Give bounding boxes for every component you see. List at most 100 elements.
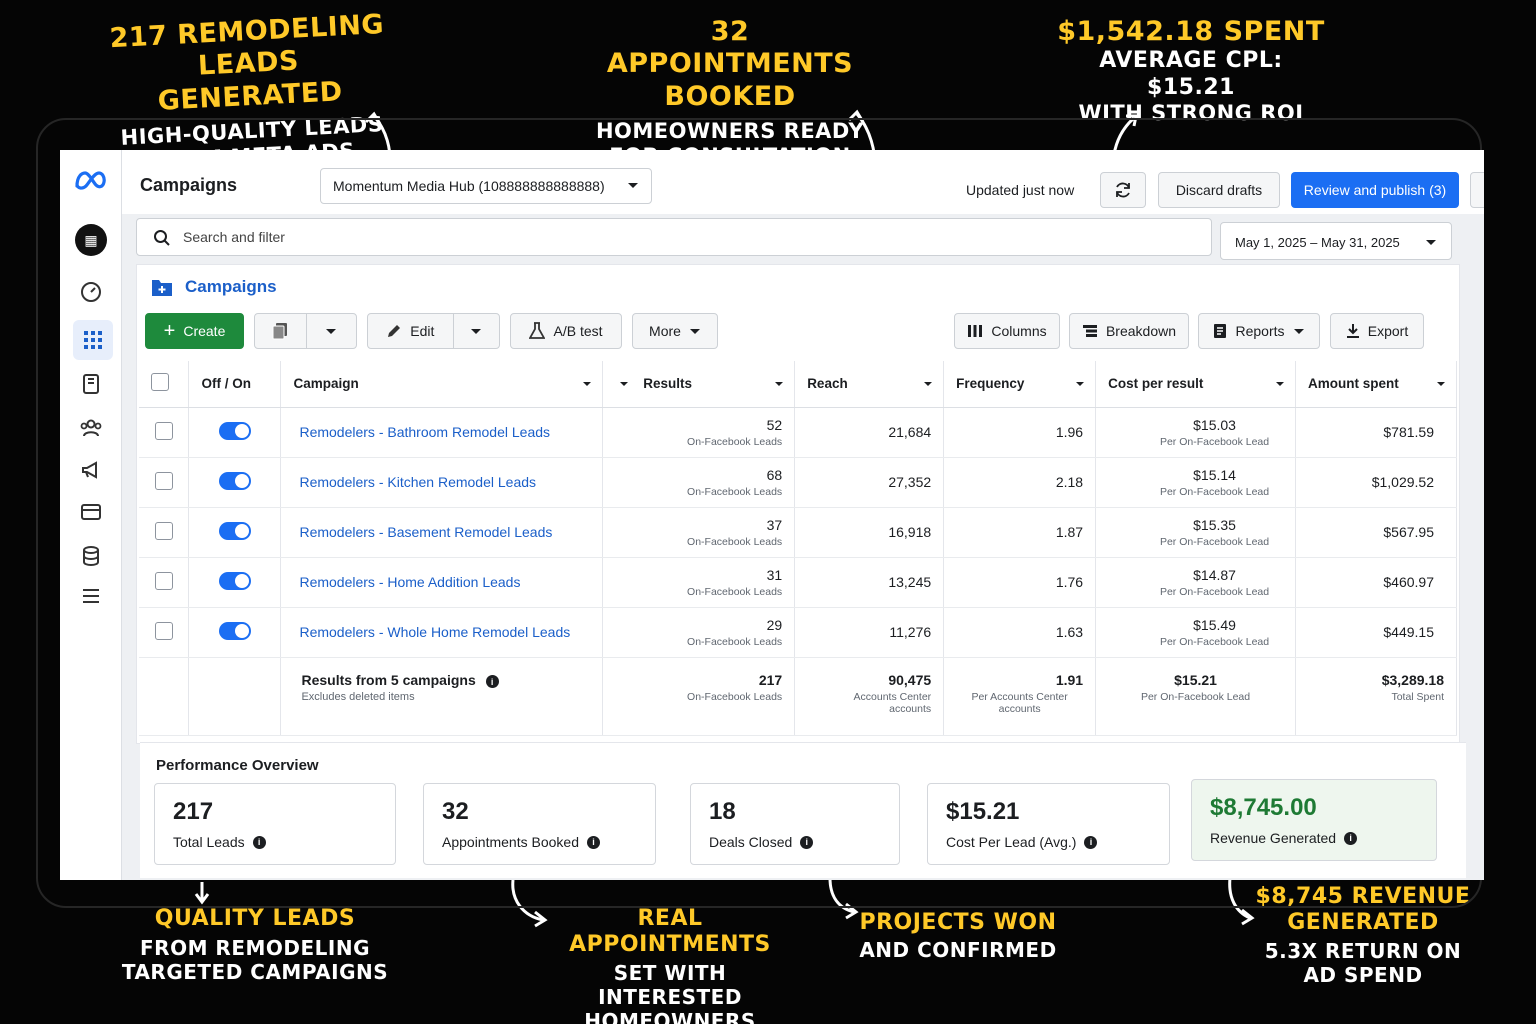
table-row[interactable]: Remodelers - Basement Remodel Leads 37 On-… xyxy=(139,507,1457,558)
row-checkbox[interactable] xyxy=(154,571,173,590)
campaign-toggle[interactable] xyxy=(218,571,251,590)
campaigns-grid-icon[interactable] xyxy=(73,320,113,360)
page-title: Campaigns xyxy=(140,175,238,195)
cpr-column-header[interactable]: Cost per result xyxy=(1095,361,1297,408)
refresh-button[interactable] xyxy=(1100,172,1146,208)
campaign-toggle[interactable] xyxy=(218,521,251,540)
info-icon[interactable]: i xyxy=(800,835,814,849)
coins-icon[interactable] xyxy=(77,542,105,570)
cpr-sub: Per On-Facebook Lead xyxy=(1159,485,1270,498)
account-avatar-icon[interactable]: ▦ xyxy=(75,224,107,256)
row-toggle-cell xyxy=(188,607,282,658)
frequency-cell: 1.96 xyxy=(943,407,1097,458)
download-icon xyxy=(1346,324,1359,338)
results-sub: On-Facebook Leads xyxy=(687,435,783,448)
search-input[interactable]: Search and filter xyxy=(136,218,1212,256)
campaign-name-cell: Remodelers - Whole Home Remodel Leads xyxy=(280,607,604,658)
megaphone-icon[interactable] xyxy=(77,456,105,484)
more-options-button[interactable]: ⋯ xyxy=(1470,172,1484,208)
reports-label: Reports xyxy=(1235,323,1285,339)
breakdown-button[interactable]: Breakdown xyxy=(1069,313,1189,349)
info-icon[interactable]: i xyxy=(586,835,600,849)
chevron-down-icon xyxy=(924,382,933,386)
table-header-row: Off / On Campaign Results Reach Frequenc… xyxy=(139,361,1457,408)
info-icon[interactable]: i xyxy=(1084,835,1098,849)
columns-button[interactable]: Columns xyxy=(954,313,1060,349)
discard-drafts-button[interactable]: Discard drafts xyxy=(1158,172,1280,208)
kpi-label: Cost Per Lead (Avg.) xyxy=(946,834,1077,850)
annotation-quality-leads: Quality Leads From Remodeling Targeted C… xyxy=(121,906,389,985)
campaign-column-header[interactable]: Campaign xyxy=(280,361,604,408)
cpr-cell: $15.35 Per On-Facebook Lead xyxy=(1095,507,1297,558)
create-button[interactable]: + Create xyxy=(145,313,244,349)
ab-test-button[interactable]: A/B test xyxy=(510,313,622,349)
chevron-down-icon[interactable] xyxy=(470,326,482,336)
audience-icon[interactable] xyxy=(77,414,105,442)
review-publish-button[interactable]: Review and publish (3) xyxy=(1291,172,1459,208)
totals-results: 217 xyxy=(758,671,783,688)
export-button[interactable]: Export xyxy=(1330,313,1424,349)
select-all-checkbox[interactable] xyxy=(151,373,169,392)
cpr-sub: Per On-Facebook Lead xyxy=(1159,535,1270,548)
account-selector[interactable]: Momentum Media Hub (108888888888888) xyxy=(320,168,652,204)
campaign-toggle[interactable] xyxy=(218,471,251,490)
results-value: 29 xyxy=(766,616,783,633)
campaign-name-link[interactable]: Remodelers - Basement Remodel Leads xyxy=(299,524,552,540)
campaign-name-link[interactable]: Remodelers - Whole Home Remodel Leads xyxy=(299,624,570,640)
amount-column-header[interactable]: Amount spent xyxy=(1295,361,1457,408)
results-value: 31 xyxy=(766,566,783,583)
frequency-header-label: Frequency xyxy=(956,376,1025,392)
cpr-sub: Per On-Facebook Lead xyxy=(1159,435,1270,448)
totals-empty-cell xyxy=(139,657,190,736)
pages-icon[interactable] xyxy=(77,370,105,398)
kpi-appointments: 32 Appointments Booked i xyxy=(423,783,656,865)
campaign-toggle[interactable] xyxy=(218,621,251,640)
menu-icon[interactable] xyxy=(77,582,105,610)
chevron-down-icon[interactable] xyxy=(325,326,337,336)
kpi-value: 32 xyxy=(442,798,469,825)
row-checkbox-cell xyxy=(139,407,190,458)
info-icon[interactable]: i xyxy=(1344,831,1358,845)
kpi-value: 217 xyxy=(173,798,214,825)
row-checkbox[interactable] xyxy=(154,621,173,640)
billing-card-icon[interactable] xyxy=(77,498,105,526)
campaign-name-cell: Remodelers - Bathroom Remodel Leads xyxy=(280,407,604,458)
campaign-toggle[interactable] xyxy=(218,421,251,440)
results-column-header[interactable]: Results xyxy=(602,361,796,408)
annotation-real-appointments: Real Appointments Set With Interested Ho… xyxy=(569,906,771,1024)
row-checkbox[interactable] xyxy=(154,521,173,540)
campaign-name-link[interactable]: Remodelers - Home Addition Leads xyxy=(299,574,520,590)
reach-cell: 16,918 xyxy=(794,507,945,558)
row-checkbox[interactable] xyxy=(154,421,173,440)
date-range-value: May 1, 2025 – May 31, 2025 xyxy=(1235,235,1400,250)
chevron-down-icon xyxy=(689,329,700,334)
table-row[interactable]: Remodelers - Whole Home Remodel Leads 29 O… xyxy=(139,607,1457,658)
row-checkbox[interactable] xyxy=(154,471,173,490)
date-range-picker[interactable]: May 1, 2025 – May 31, 2025 xyxy=(1220,222,1452,260)
info-icon[interactable]: i xyxy=(252,835,266,849)
cpr-value: $15.14 xyxy=(1193,466,1236,483)
left-rail: ▦ xyxy=(60,150,122,880)
pencil-icon xyxy=(388,325,401,337)
results-sub: On-Facebook Leads xyxy=(687,635,783,648)
totals-frequency: 1.91 xyxy=(1055,671,1084,688)
edit-button[interactable]: Edit xyxy=(367,313,500,349)
campaign-name-link[interactable]: Remodelers - Bathroom Remodel Leads xyxy=(299,424,550,440)
reports-button[interactable]: Reports xyxy=(1198,313,1320,349)
dashboard-icon[interactable] xyxy=(77,278,105,306)
reports-icon xyxy=(1214,324,1227,338)
table-row[interactable]: Remodelers - Kitchen Remodel Leads 68 On-F… xyxy=(139,457,1457,508)
reach-column-header[interactable]: Reach xyxy=(794,361,945,408)
select-all-header xyxy=(139,361,190,408)
more-button[interactable]: More xyxy=(632,313,718,349)
info-icon[interactable]: i xyxy=(485,675,499,688)
table-row[interactable]: Remodelers - Bathroom Remodel Leads 52 On-… xyxy=(139,407,1457,458)
annotation-spend: $1,542.18 Spent Average CPL: $15.21 With… xyxy=(1057,16,1325,126)
breakdown-icon xyxy=(1082,325,1097,337)
totals-reach-cell: 90,475 Accounts Center accounts xyxy=(794,657,945,736)
table-row[interactable]: Remodelers - Home Addition Leads 31 On-Fac… xyxy=(139,557,1457,608)
campaign-name-link[interactable]: Remodelers - Kitchen Remodel Leads xyxy=(299,474,536,490)
frequency-column-header[interactable]: Frequency xyxy=(943,361,1097,408)
duplicate-button[interactable] xyxy=(254,313,357,349)
totals-label: Results from 5 campaigns xyxy=(301,671,476,688)
